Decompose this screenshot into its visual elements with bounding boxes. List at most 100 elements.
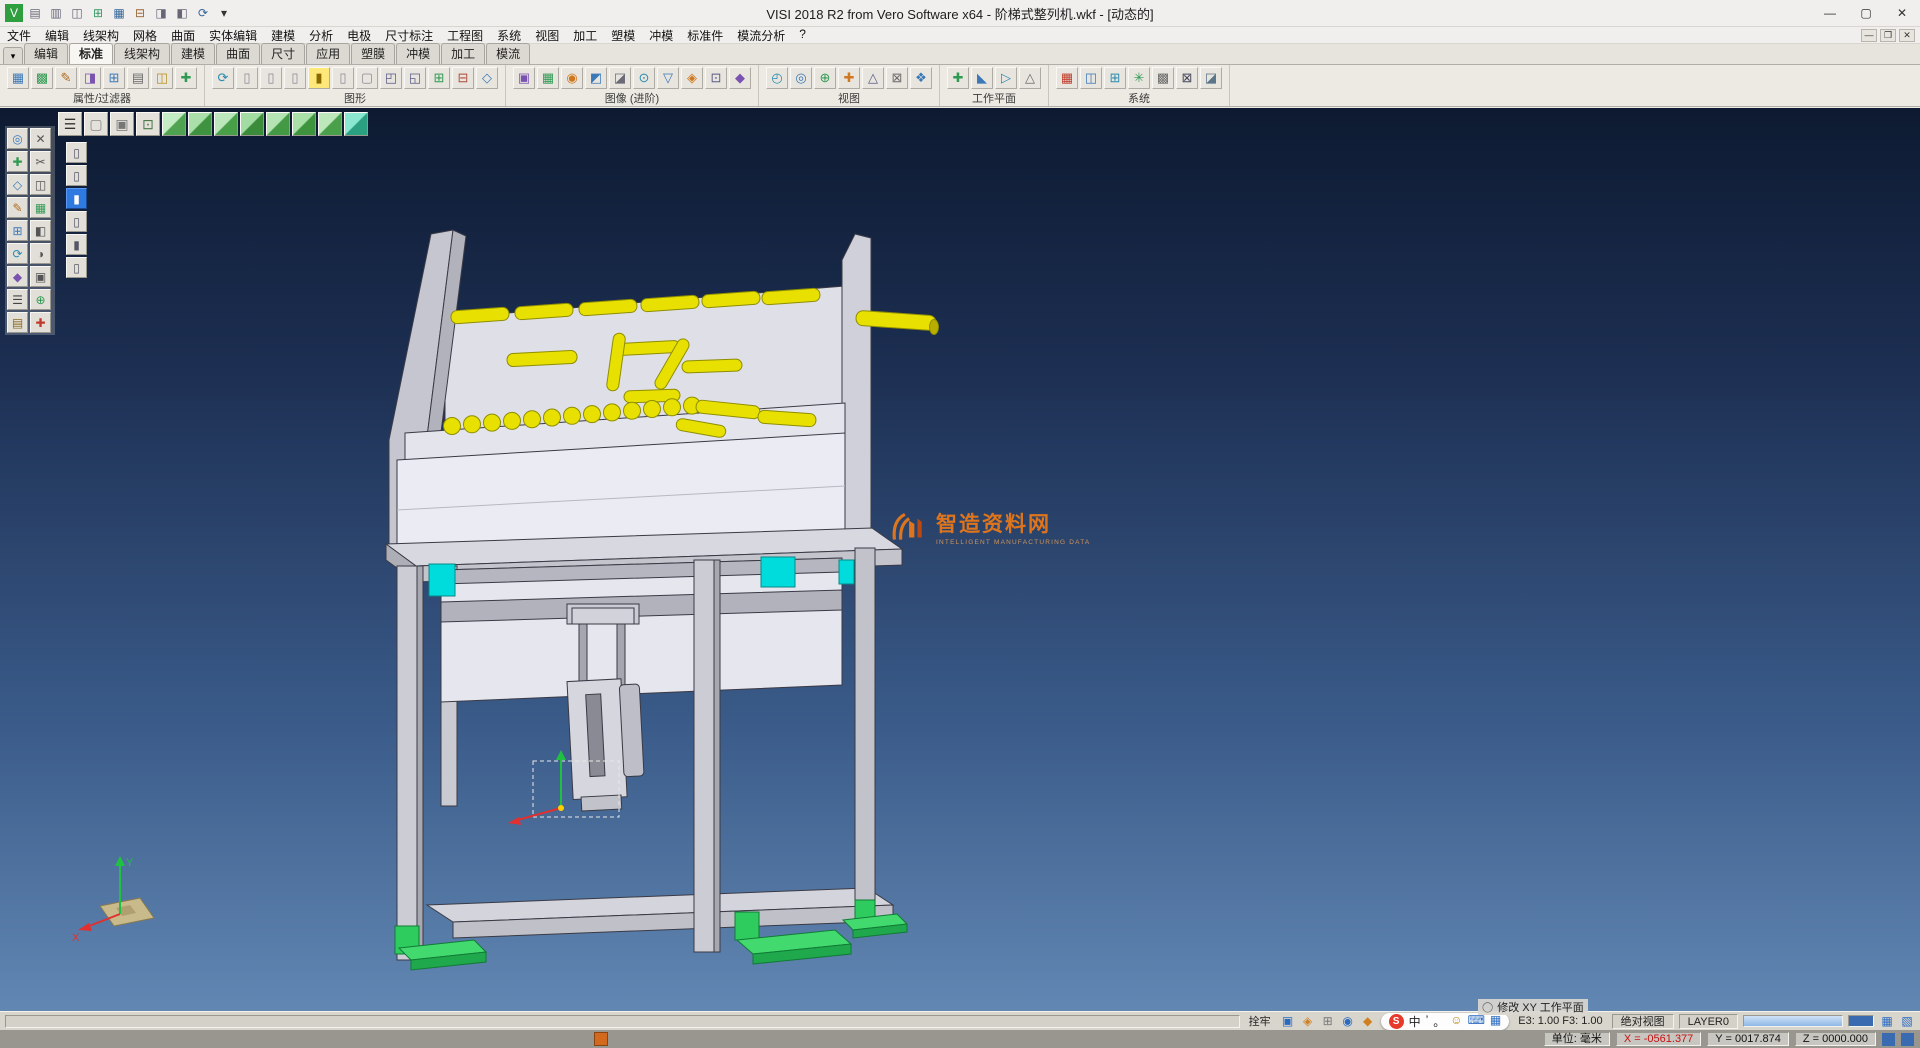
open-file-icon[interactable]: ▥	[47, 4, 65, 22]
toolbar-icon[interactable]: ▯	[236, 67, 258, 89]
print-icon[interactable]: ⊟	[131, 4, 149, 22]
menu-item[interactable]: 塑模	[604, 27, 642, 44]
view-menu-icon[interactable]: ☰	[58, 112, 82, 136]
ime-toolbox-icon[interactable]: ▦	[1490, 1013, 1501, 1030]
toolbar-icon[interactable]: ◪	[1200, 67, 1222, 89]
menu-item[interactable]: 线架构	[76, 27, 126, 44]
tool-icon[interactable]: ⊞	[7, 220, 28, 241]
left-view-icon[interactable]	[266, 112, 290, 136]
toolbar-icon[interactable]: ◇	[476, 67, 498, 89]
toolbar-icon[interactable]: ⊕	[814, 67, 836, 89]
visi-logo-icon[interactable]: V	[5, 4, 23, 22]
snap-toggle-icon[interactable]: ◉	[1340, 1013, 1356, 1029]
menu-item[interactable]: 加工	[566, 27, 604, 44]
close-button[interactable]: ✕	[1884, 0, 1920, 26]
toolbar-icon[interactable]: ▢	[356, 67, 378, 89]
refresh-icon[interactable]: ⟳	[194, 4, 212, 22]
toolbar-icon[interactable]: ⊙	[633, 67, 655, 89]
front-view-icon[interactable]	[214, 112, 238, 136]
toolbar-icon[interactable]: ◣	[971, 67, 993, 89]
side-tool-icon[interactable]: ▯	[66, 142, 87, 163]
tool-icon[interactable]: ◇	[7, 174, 28, 195]
toolbar-icon[interactable]: ⊞	[428, 67, 450, 89]
toolbar-icon[interactable]: ✎	[55, 67, 77, 89]
toolbar-icon[interactable]: ◴	[766, 67, 788, 89]
toolbar-icon[interactable]: ▩	[1152, 67, 1174, 89]
tab[interactable]: 编辑	[24, 43, 68, 64]
tool-icon[interactable]: ▣	[30, 266, 51, 287]
menu-item[interactable]: 曲面	[164, 27, 202, 44]
menu-item[interactable]: 标准件	[680, 27, 730, 44]
coord-grid-icon[interactable]	[1901, 1033, 1914, 1046]
toolbar-icon[interactable]: ▯	[284, 67, 306, 89]
toolbar-icon[interactable]: ⊟	[452, 67, 474, 89]
side-tool-icon[interactable]: ▯	[66, 257, 87, 278]
toolbar-icon[interactable]: ⟳	[212, 67, 234, 89]
tool-icon[interactable]: ◑	[30, 243, 51, 264]
menu-item[interactable]: 视图	[528, 27, 566, 44]
toolbar-icon[interactable]: △	[862, 67, 884, 89]
minimize-button[interactable]: —	[1812, 0, 1848, 26]
mdi-close-icon[interactable]: ✕	[1899, 29, 1915, 42]
bottom-shelf[interactable]	[427, 888, 893, 938]
toolbar-icon[interactable]: ✚	[947, 67, 969, 89]
tool-icon[interactable]: ✂	[30, 151, 51, 172]
toolbar-icon[interactable]: ✚	[838, 67, 860, 89]
tab[interactable]: 模流	[486, 43, 530, 64]
sogou-logo-icon[interactable]: S	[1389, 1014, 1404, 1029]
tool-icon[interactable]: ✚	[30, 312, 51, 333]
tab[interactable]: 曲面	[216, 43, 260, 64]
maximize-button[interactable]: ▢	[1848, 0, 1884, 26]
new-document-icon[interactable]: ▤	[26, 4, 44, 22]
toolbar-icon[interactable]: ◫	[1080, 67, 1102, 89]
toolbar-icon[interactable]: ▷	[995, 67, 1017, 89]
toolbar-icon[interactable]: ◰	[380, 67, 402, 89]
undo-icon[interactable]: ◨	[152, 4, 170, 22]
palette-panel-icon[interactable]: ▧	[1899, 1013, 1915, 1029]
toolbar-icon[interactable]: ▤	[127, 67, 149, 89]
tool-icon[interactable]: ◆	[7, 266, 28, 287]
bottom-view-icon[interactable]	[318, 112, 342, 136]
taskbar-app-icon[interactable]	[594, 1032, 608, 1046]
toolbar-icon[interactable]: ◫	[151, 67, 173, 89]
mdi-minimize-icon[interactable]: —	[1861, 29, 1877, 42]
ime-punct-icon[interactable]: ’	[1426, 1013, 1429, 1030]
menu-item[interactable]: ?	[792, 27, 813, 44]
menu-item[interactable]: 建模	[264, 27, 302, 44]
right-view-icon[interactable]	[292, 112, 316, 136]
tab[interactable]: 塑膜	[351, 43, 395, 64]
menu-item[interactable]: 尺寸标注	[378, 27, 440, 44]
menu-item[interactable]: 实体编辑	[202, 27, 264, 44]
toolbar-icon[interactable]: △	[1019, 67, 1041, 89]
toolbar-icon[interactable]: ✳	[1128, 67, 1150, 89]
menu-item[interactable]: 分析	[302, 27, 340, 44]
toolbar-icon[interactable]: ⊠	[1176, 67, 1198, 89]
menu-item[interactable]: 电极	[340, 27, 378, 44]
machine-3d-model[interactable]: Y X	[0, 108, 1920, 1011]
tab[interactable]: 线架构	[114, 43, 170, 64]
tool-icon[interactable]: ✎	[7, 197, 28, 218]
lock-label[interactable]: 拴牢	[1245, 1013, 1275, 1029]
tool-icon[interactable]: ☰	[7, 289, 28, 310]
iso-view-icon[interactable]	[162, 112, 186, 136]
zoom-extents-icon[interactable]: ⊡	[136, 112, 160, 136]
tool-icon[interactable]: ▦	[30, 197, 51, 218]
ime-toolbar[interactable]: S 中’。☺⌨▦	[1381, 1013, 1510, 1030]
toolbar-icon[interactable]: ◉	[561, 67, 583, 89]
toolbar-icon[interactable]: ▣	[513, 67, 535, 89]
toolbar-icon[interactable]: ◨	[79, 67, 101, 89]
toolbar-icon[interactable]: ✚	[175, 67, 197, 89]
render-mode-icon[interactable]: ◈	[1300, 1013, 1316, 1029]
view-mode-box[interactable]: 绝对视图	[1612, 1014, 1674, 1029]
tool-icon[interactable]: ◫	[30, 174, 51, 195]
toolbar-icon[interactable]: ▩	[31, 67, 53, 89]
3d-viewport[interactable]: Y X ☰▢▣⊡ ◎✕✚✂◇◫✎▦⊞◧⟳◑◆▣☰⊕▤✚ ▯▯▮▯▮▯ 智造资料网…	[0, 108, 1920, 1011]
table-frame[interactable]	[386, 528, 902, 806]
quickbar-dropdown-icon[interactable]: ▾	[215, 4, 233, 22]
import-icon[interactable]: ⊞	[89, 4, 107, 22]
shading-on-icon[interactable]: ▣	[110, 112, 134, 136]
export-icon[interactable]: ▦	[110, 4, 128, 22]
menu-item[interactable]: 编辑	[38, 27, 76, 44]
menu-item[interactable]: 文件	[0, 27, 38, 44]
toolbar-icon[interactable]: ⊡	[705, 67, 727, 89]
